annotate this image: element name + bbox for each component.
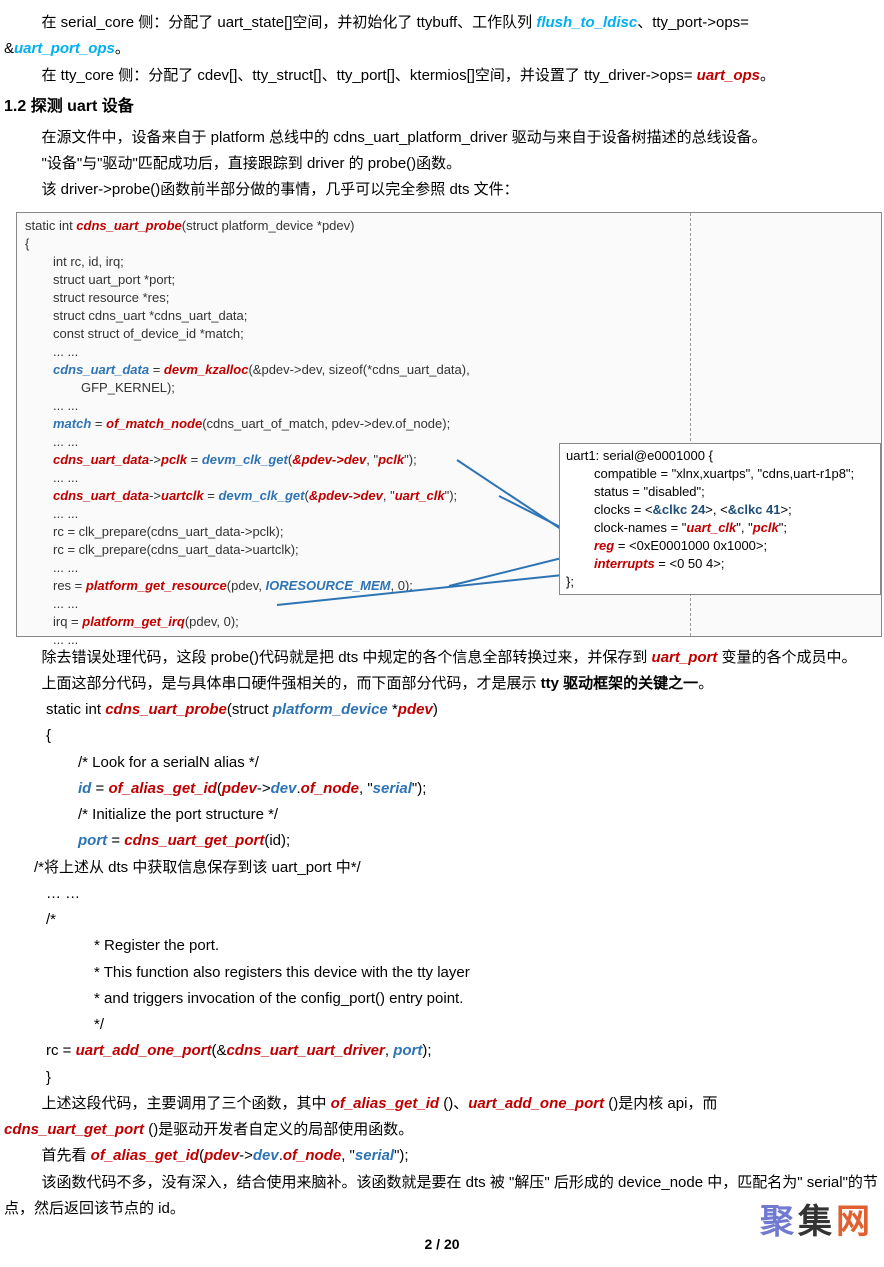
paragraph: 上面这部分代码，是与具体串口硬件强相关的，而下面部分代码，才是展示 tty 驱动… (4, 671, 880, 697)
text: 。 (115, 40, 130, 57)
paragraph: &uart_port_ops。 (4, 36, 880, 62)
paragraph: 在 tty_core 侧：分配了 cdev[]、tty_struct[]、tty… (4, 63, 880, 89)
func-ref: uart_port_ops (14, 40, 115, 57)
code-figure: static int cdns_uart_probe(struct platfo… (16, 212, 882, 637)
page: 在 serial_core 侧：分配了 uart_state[]空间，并初始化了… (4, 10, 880, 1257)
dts-panel: uart1: serial@e0001000 { compatible = "x… (559, 443, 881, 595)
comment: /*将上述从 dts 中获取信息保存到该 uart_port 中*/ (34, 855, 880, 881)
text: 。 (760, 67, 775, 84)
watermark: 聚集网 (760, 1193, 874, 1253)
paragraph: 首先看 of_alias_get_id(pdev->dev.of_node, "… (4, 1143, 880, 1169)
text: 在 serial_core 侧：分配了 uart_state[]空间，并初始化了… (42, 14, 537, 31)
func-ref: flush_to_ldisc (536, 14, 637, 31)
page-number: 2 / 20 (4, 1232, 880, 1257)
func-ref: uart_ops (697, 67, 760, 84)
paragraph: 在 serial_core 侧：分配了 uart_state[]空间，并初始化了… (4, 10, 880, 36)
text: 、tty_port->ops= (637, 14, 749, 31)
paragraph: 上述这段代码，主要调用了三个函数，其中 of_alias_get_id ()、u… (4, 1091, 880, 1117)
section-heading: 1.2 探测 uart 设备 (4, 93, 880, 121)
paragraph: 该 driver->probe()函数前半部分做的事情，几乎可以完全参照 dts… (4, 177, 880, 203)
code-block-2b: … … /* * Register the port. * This funct… (46, 881, 880, 1091)
code-block-2: static int cdns_uart_probe(struct platfo… (46, 697, 880, 855)
paragraph: 该函数代码不多，没有深入，结合使用来脑补。该函数就是要在 dts 被 "解压" … (4, 1170, 880, 1223)
text: & (4, 40, 14, 57)
paragraph: 在源文件中，设备来自于 platform 总线中的 cdns_uart_plat… (4, 125, 880, 151)
paragraph: "设备"与"驱动"匹配成功后，直接跟踪到 driver 的 probe()函数。 (4, 151, 880, 177)
paragraph: cdns_uart_get_port ()是驱动开发者自定义的局部使用函数。 (4, 1117, 880, 1143)
text: 在 tty_core 侧：分配了 cdev[]、tty_struct[]、tty… (42, 67, 697, 84)
